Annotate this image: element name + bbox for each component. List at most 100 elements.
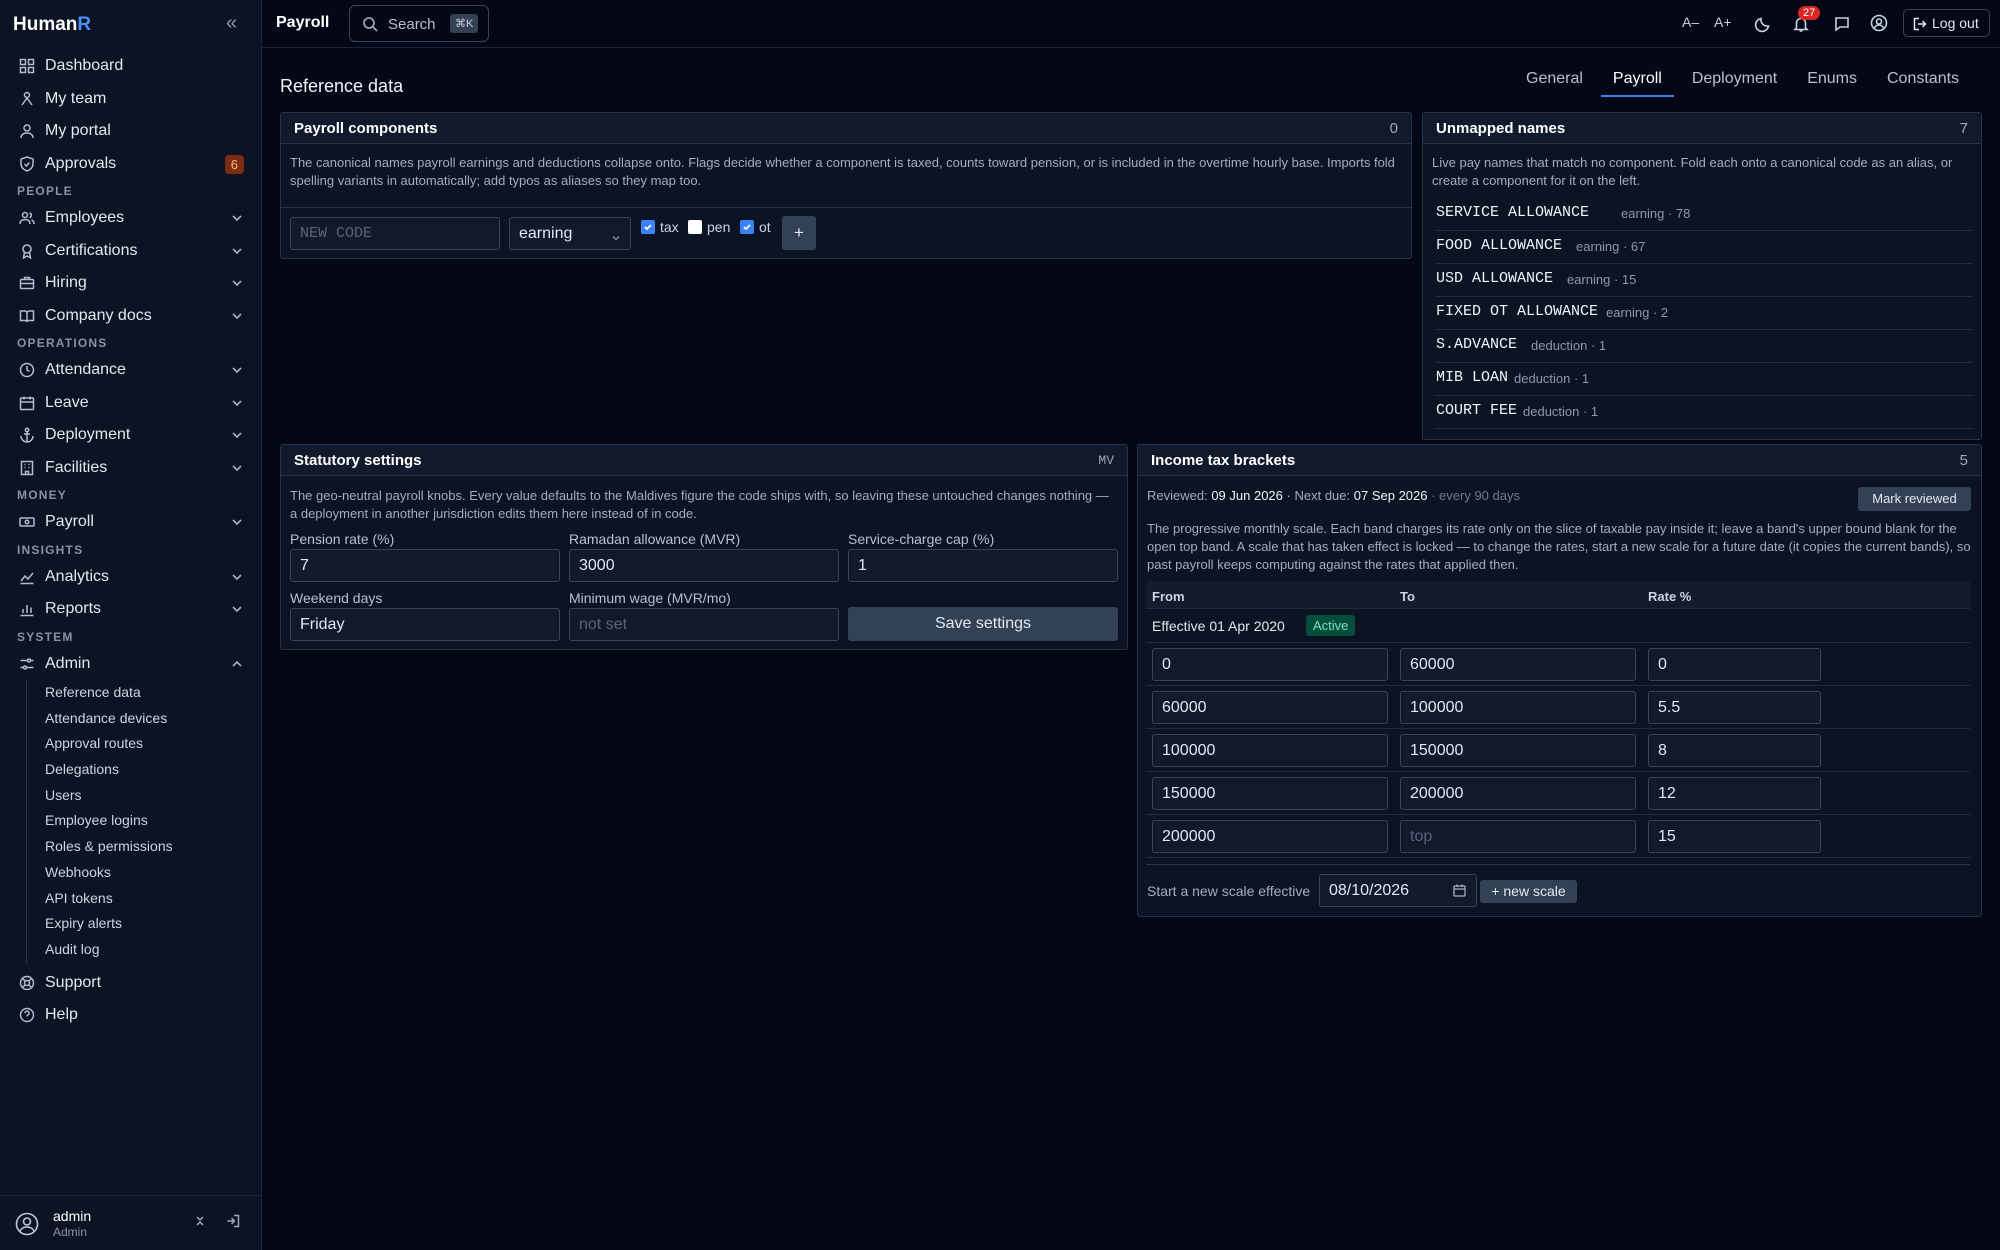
new-scale-button[interactable]: + new scale: [1480, 880, 1577, 903]
flag-pen-checkbox[interactable]: pen: [688, 219, 730, 235]
sidebar-item-label: Deployment: [45, 426, 131, 444]
calendar-icon[interactable]: [1453, 884, 1466, 902]
unmapped-row[interactable]: SERVICE ALLOWANCE earning · 78: [1436, 198, 1972, 231]
sidebar-item-facilities[interactable]: Facilities: [0, 452, 262, 485]
unmapped-row[interactable]: S.ADVANCE deduction · 1: [1436, 330, 1972, 363]
unmapped-row[interactable]: FIXED OT ALLOWANCE earning · 2: [1436, 297, 1972, 330]
admin-sub-roles-permissions[interactable]: Roles & permissions: [45, 834, 262, 860]
admin-sub-approval-routes[interactable]: Approval routes: [45, 731, 262, 757]
sidebar-item-label: Help: [45, 1006, 78, 1024]
font-larger-button[interactable]: A+: [1714, 14, 1732, 30]
sidebar-item-employees[interactable]: Employees: [0, 202, 262, 235]
next-due-date: 07 Sep 2026: [1353, 488, 1428, 503]
band-from-input[interactable]: [1152, 777, 1388, 810]
logout-button[interactable]: Log out: [1903, 9, 1990, 37]
tab-enums[interactable]: Enums: [1795, 62, 1869, 97]
admin-sub-expiry-alerts[interactable]: Expiry alerts: [45, 911, 262, 937]
team-icon: [17, 89, 37, 109]
unmapped-row[interactable]: MIB LOAN deduction · 1: [1436, 363, 1972, 396]
flag-ot-checkbox[interactable]: ot: [740, 219, 771, 235]
band-rate-input[interactable]: [1648, 648, 1821, 681]
checkbox-checked-icon: [740, 220, 754, 234]
font-smaller-button[interactable]: A–: [1682, 14, 1699, 30]
sidebar-item-payroll[interactable]: Payroll: [0, 506, 262, 539]
minimum-wage-input[interactable]: [569, 608, 839, 641]
avatar-icon[interactable]: [15, 1212, 39, 1236]
band-from-input[interactable]: [1152, 734, 1388, 767]
band-to-input[interactable]: [1400, 691, 1636, 724]
sidebar-item-label: My portal: [45, 122, 111, 140]
sidebar-item-analytics[interactable]: Analytics: [0, 561, 262, 594]
unmapped-name: FOOD ALLOWANCE: [1436, 237, 1563, 254]
unmapped-row[interactable]: COURT FEE deduction · 1: [1436, 396, 1972, 429]
tab-general[interactable]: General: [1514, 62, 1595, 97]
sidebar-item-reports[interactable]: Reports: [0, 593, 262, 626]
app-logo[interactable]: HumanR: [13, 14, 91, 36]
sidebar-item-dashboard[interactable]: Dashboard: [0, 50, 262, 83]
component-type-select[interactable]: earning: [509, 217, 631, 250]
sidebar-item-leave[interactable]: Leave: [0, 387, 262, 420]
band-from-input[interactable]: [1152, 691, 1388, 724]
tab-deployment[interactable]: Deployment: [1680, 62, 1789, 97]
band-from-input[interactable]: [1152, 820, 1388, 853]
band-rate-input[interactable]: [1648, 820, 1821, 853]
sidebar-item-admin[interactable]: Admin: [0, 648, 262, 681]
unmapped-row[interactable]: FOOD ALLOWANCE earning · 67: [1436, 231, 1972, 264]
mark-reviewed-button[interactable]: Mark reviewed: [1858, 487, 1971, 511]
sidebar-item-help[interactable]: Help: [0, 999, 262, 1032]
admin-sub-reference-data[interactable]: Reference data: [45, 680, 262, 706]
sidebar-item-certifications[interactable]: Certifications: [0, 235, 262, 268]
weekend-days-input[interactable]: [290, 608, 560, 641]
admin-sub-users[interactable]: Users: [45, 783, 262, 809]
sidebar-item-deployment[interactable]: Deployment: [0, 419, 262, 452]
sidebar-item-attendance[interactable]: Attendance: [0, 354, 262, 387]
user-name: admin: [53, 1208, 92, 1224]
band-rate-input[interactable]: [1648, 777, 1821, 810]
admin-sub-delegations[interactable]: Delegations: [45, 757, 262, 783]
band-rate-input[interactable]: [1648, 734, 1821, 767]
moon-icon[interactable]: [1754, 15, 1772, 36]
reference-tabs: General Payroll Deployment Enums Constan…: [1514, 62, 1977, 97]
sidebar-item-approvals[interactable]: Approvals 6: [0, 148, 262, 181]
ramadan-allowance-input[interactable]: [569, 549, 839, 582]
user-circle-icon[interactable]: [1870, 14, 1888, 35]
collapse-sidebar-icon[interactable]: «: [226, 12, 237, 35]
pension-rate-input[interactable]: [290, 549, 560, 582]
scale-effective-row: Effective 01 Apr 2020 Active: [1146, 609, 1970, 643]
admin-sub-audit-log[interactable]: Audit log: [45, 937, 262, 963]
new-scale-date-input[interactable]: 08/10/2026: [1319, 874, 1477, 907]
new-code-input[interactable]: [290, 217, 500, 250]
unmapped-row[interactable]: USD ALLOWANCE earning · 15: [1436, 264, 1972, 297]
service-charge-cap-input[interactable]: [848, 549, 1118, 582]
band-from-input[interactable]: [1152, 648, 1388, 681]
unmapped-name: FIXED OT ALLOWANCE: [1436, 303, 1599, 320]
message-icon[interactable]: [1833, 15, 1851, 36]
tab-constants[interactable]: Constants: [1875, 62, 1971, 97]
sidebar-item-label: Support: [45, 973, 102, 991]
admin-sub-webhooks[interactable]: Webhooks: [45, 860, 262, 886]
unmapped-meta: earning · 2: [1606, 305, 1669, 320]
add-component-button[interactable]: +: [782, 216, 816, 250]
band-to-input[interactable]: [1400, 820, 1636, 853]
chevrons-up-down-icon[interactable]: [193, 1214, 207, 1231]
calendar-icon: [17, 393, 37, 413]
sidebar-item-company-docs[interactable]: Company docs: [0, 300, 262, 333]
band-to-input[interactable]: [1400, 648, 1636, 681]
flag-tax-checkbox[interactable]: tax: [641, 219, 679, 235]
admin-sub-employee-logins[interactable]: Employee logins: [45, 808, 262, 834]
area-chart-icon: [17, 567, 37, 587]
sidebar-item-my-team[interactable]: My team: [0, 83, 262, 116]
tab-payroll[interactable]: Payroll: [1600, 62, 1674, 97]
admin-sub-attendance-devices[interactable]: Attendance devices: [45, 706, 262, 732]
help-circle-icon: [17, 1005, 37, 1025]
band-rate-input[interactable]: [1648, 691, 1821, 724]
sidebar-item-support[interactable]: Support: [0, 967, 262, 1000]
band-to-input[interactable]: [1400, 734, 1636, 767]
save-settings-button[interactable]: Save settings: [848, 607, 1118, 641]
sign-out-icon[interactable]: [226, 1214, 240, 1231]
search-button[interactable]: Search ⌘K: [349, 5, 489, 42]
sidebar-item-my-portal[interactable]: My portal: [0, 115, 262, 148]
sidebar-item-hiring[interactable]: Hiring: [0, 267, 262, 300]
band-to-input[interactable]: [1400, 777, 1636, 810]
admin-sub-api-tokens[interactable]: API tokens: [45, 886, 262, 912]
